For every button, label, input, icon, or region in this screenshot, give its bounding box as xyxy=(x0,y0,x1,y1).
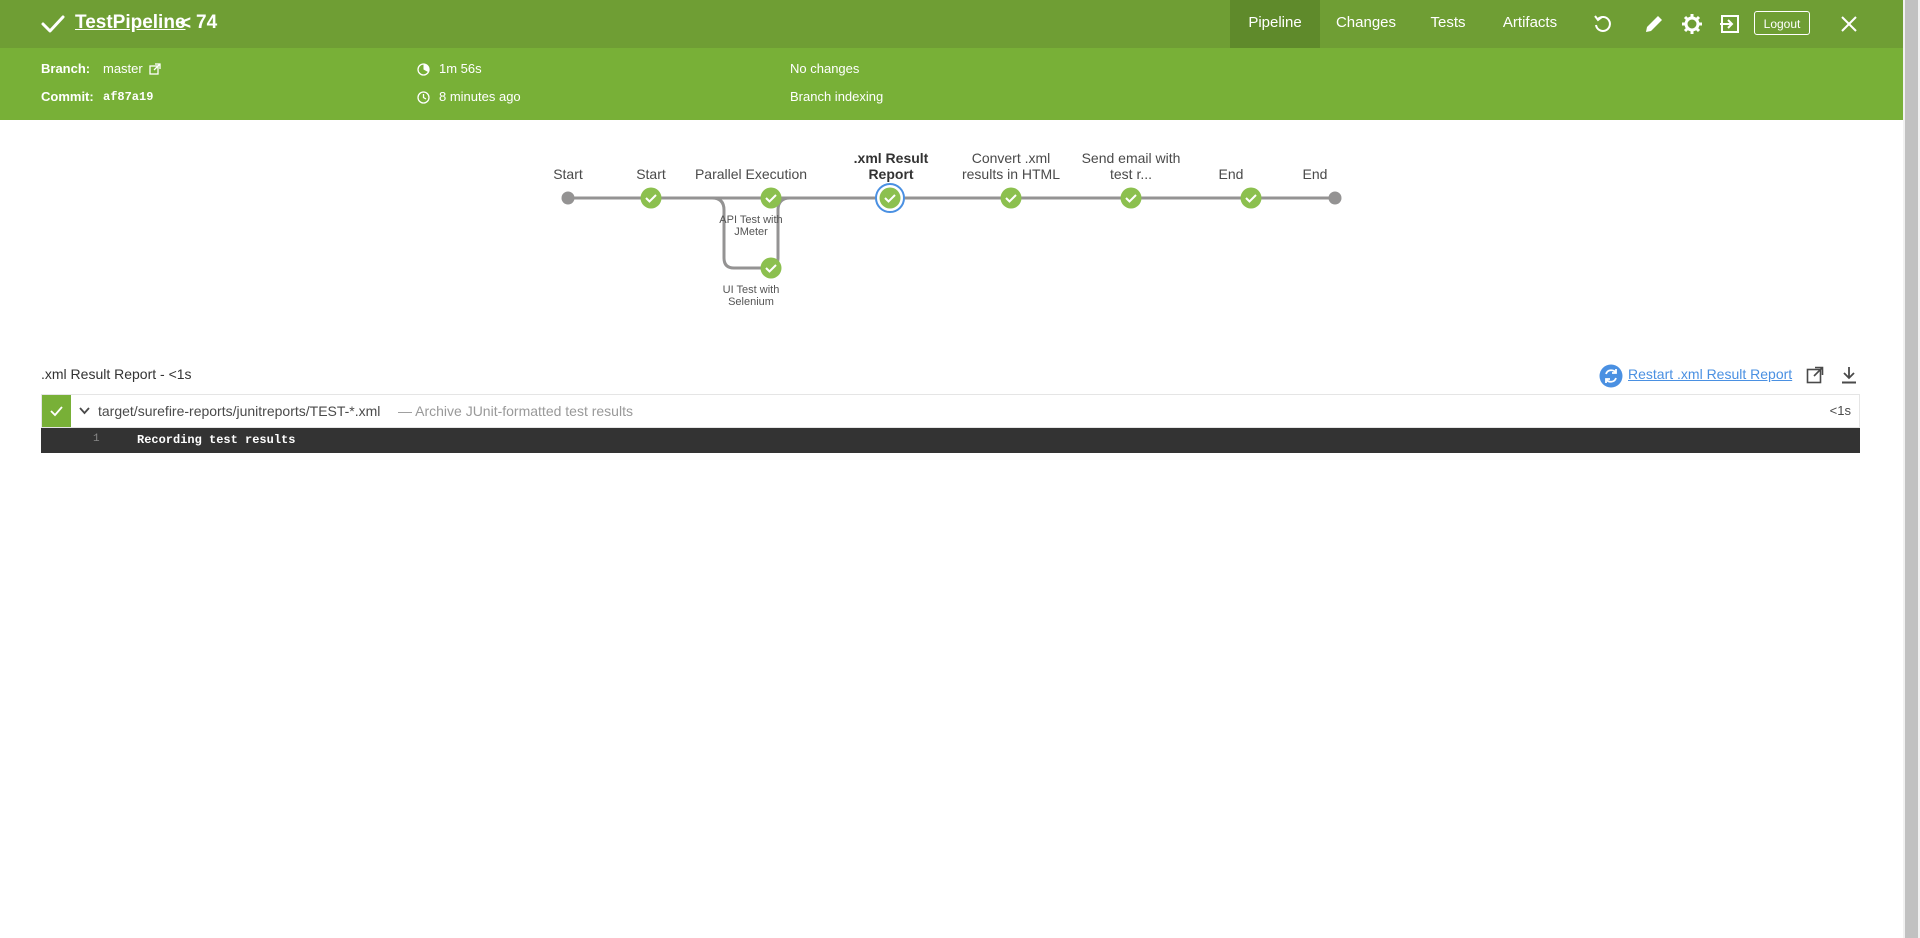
stage-node-end-2 xyxy=(1328,191,1342,205)
back-chevron-icon[interactable]: < xyxy=(180,13,191,35)
check-icon xyxy=(41,15,65,33)
log-line-number[interactable]: 1 xyxy=(93,433,100,445)
duration-value: 1m 56s xyxy=(439,61,482,76)
restart-icon[interactable] xyxy=(1599,364,1623,388)
branch-label-ui-test: UI Test with Selenium xyxy=(722,284,780,308)
stage-label-start-1: Start xyxy=(553,166,583,182)
stage-node-start-1 xyxy=(561,191,575,205)
pipeline-graph: Start Start Parallel Execution .xml Resu… xyxy=(530,140,1360,320)
top-bar: TestPipeline < 74 Pipeline Changes Tests… xyxy=(0,0,1903,48)
stage-node-send-email[interactable] xyxy=(1120,187,1142,209)
stage-label-convert: Convert .xml results in HTML xyxy=(961,150,1061,182)
step-status-success xyxy=(42,395,71,427)
scrollbar-thumb[interactable] xyxy=(1905,0,1918,938)
restart-stage-link[interactable]: Restart .xml Result Report xyxy=(1628,366,1792,382)
log-line-text: Recording test results xyxy=(137,433,296,447)
stage-label-start-2: Start xyxy=(636,166,666,182)
logout-button[interactable]: Logout xyxy=(1754,11,1810,35)
gear-icon[interactable] xyxy=(1681,13,1703,35)
branch-label: Branch: xyxy=(41,61,91,76)
clock-icon xyxy=(417,91,430,104)
stage-label-xml-report: .xml Result Report xyxy=(853,150,929,182)
stage-label-end-1: End xyxy=(1218,166,1244,182)
stage-label-send-email: Send email with test r... xyxy=(1081,150,1181,182)
stage-node-start-2[interactable] xyxy=(640,187,662,209)
tab-artifacts[interactable]: Artifacts xyxy=(1494,0,1566,48)
log-console: 1 Recording test results xyxy=(41,428,1860,453)
tab-pipeline[interactable]: Pipeline xyxy=(1230,0,1320,48)
external-link-icon[interactable] xyxy=(149,63,161,75)
branch-value[interactable]: master xyxy=(103,61,143,76)
duration-icon xyxy=(417,63,430,76)
check-icon xyxy=(50,406,63,417)
run-number: 74 xyxy=(196,12,218,33)
step-path: target/surefire-reports/junitreports/TES… xyxy=(98,403,381,419)
started-value: 8 minutes ago xyxy=(439,89,521,104)
download-icon[interactable] xyxy=(1840,366,1858,384)
changes-value: No changes xyxy=(790,61,860,76)
edit-icon[interactable] xyxy=(1643,13,1665,35)
commit-label: Commit: xyxy=(41,89,94,104)
tab-tests[interactable]: Tests xyxy=(1420,0,1476,48)
stage-label-end-2: End xyxy=(1302,166,1328,182)
replay-icon[interactable] xyxy=(1592,13,1614,35)
stage-node-xml-report[interactable] xyxy=(875,183,905,213)
stage-node-end-1[interactable] xyxy=(1240,187,1262,209)
open-external-icon[interactable] xyxy=(1806,366,1824,384)
cause-value: Branch indexing xyxy=(790,89,884,104)
stage-label-parallel: Parallel Execution xyxy=(694,166,808,182)
pipeline-name-link[interactable]: TestPipeline xyxy=(75,12,186,34)
exit-icon[interactable] xyxy=(1719,13,1741,35)
branch-label-api-test: API Test with JMeter xyxy=(719,214,783,238)
step-description: — Archive JUnit-formatted test results xyxy=(398,403,633,419)
stage-node-convert[interactable] xyxy=(1000,187,1022,209)
step-row[interactable]: target/surefire-reports/junitreports/TES… xyxy=(41,394,1860,428)
step-title: .xml Result Report - <1s xyxy=(41,366,192,382)
tab-changes[interactable]: Changes xyxy=(1330,0,1402,48)
close-icon[interactable] xyxy=(1838,13,1860,35)
stage-node-api-test[interactable] xyxy=(760,187,782,209)
commit-value: af87a19 xyxy=(103,90,154,104)
step-duration: <1s xyxy=(1829,403,1851,418)
chevron-down-icon[interactable] xyxy=(79,407,90,415)
run-meta-bar: Branch: master Commit: af87a19 1m 56s 8 … xyxy=(0,48,1903,120)
stage-node-ui-test[interactable] xyxy=(760,257,782,279)
